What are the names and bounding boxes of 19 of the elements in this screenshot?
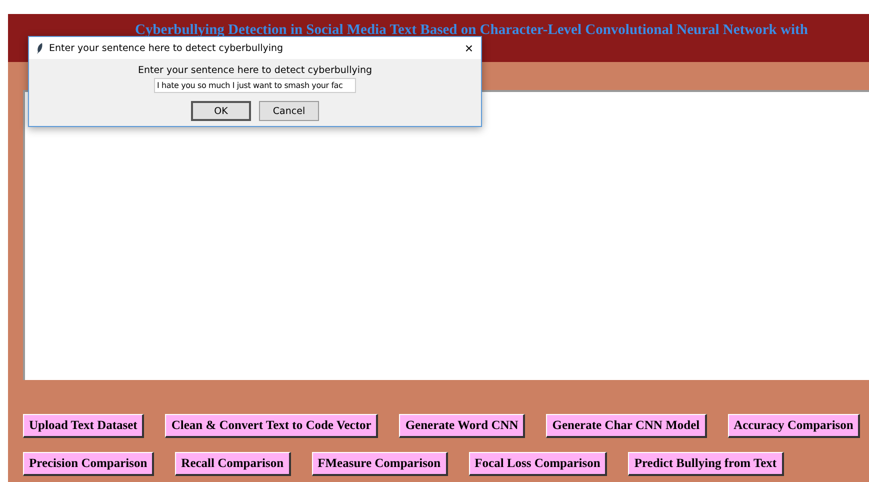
feather-icon — [37, 42, 43, 54]
action-button[interactable]: Generate Word CNN — [399, 414, 526, 438]
action-button[interactable]: Clean & Convert Text to Code Vector — [165, 414, 378, 438]
action-button[interactable]: Predict Bullying from Text — [628, 452, 784, 476]
action-button[interactable]: Upload Text Dataset — [23, 414, 144, 438]
dialog-button[interactable]: OK — [191, 101, 251, 121]
output-text-area[interactable] — [23, 90, 869, 380]
action-button[interactable]: Precision Comparison — [23, 452, 154, 476]
close-button[interactable]: × — [464, 41, 473, 55]
app-title: Cyberbullying Detection in Social Media Text Based on Character-Level Convolutional Neural Network with — [135, 22, 808, 39]
dialog-button[interactable]: Cancel — [259, 101, 319, 121]
prompt-label: Enter your sentence here to detect cyberbullying — [138, 65, 372, 76]
action-button[interactable]: Accuracy Comparison — [728, 414, 860, 438]
action-button[interactable]: Generate Char CNN Model — [546, 414, 707, 438]
dialog-title: Enter your sentence here to detect cyberbullying — [49, 42, 284, 54]
action-button[interactable]: FMeasure Comparison — [312, 452, 448, 476]
sentence-input-field[interactable]: I hate you so much I just want to smash your fac — [154, 78, 356, 93]
action-button[interactable]: Recall Comparison — [175, 452, 291, 476]
action-button[interactable]: Focal Loss Comparison — [468, 452, 608, 476]
